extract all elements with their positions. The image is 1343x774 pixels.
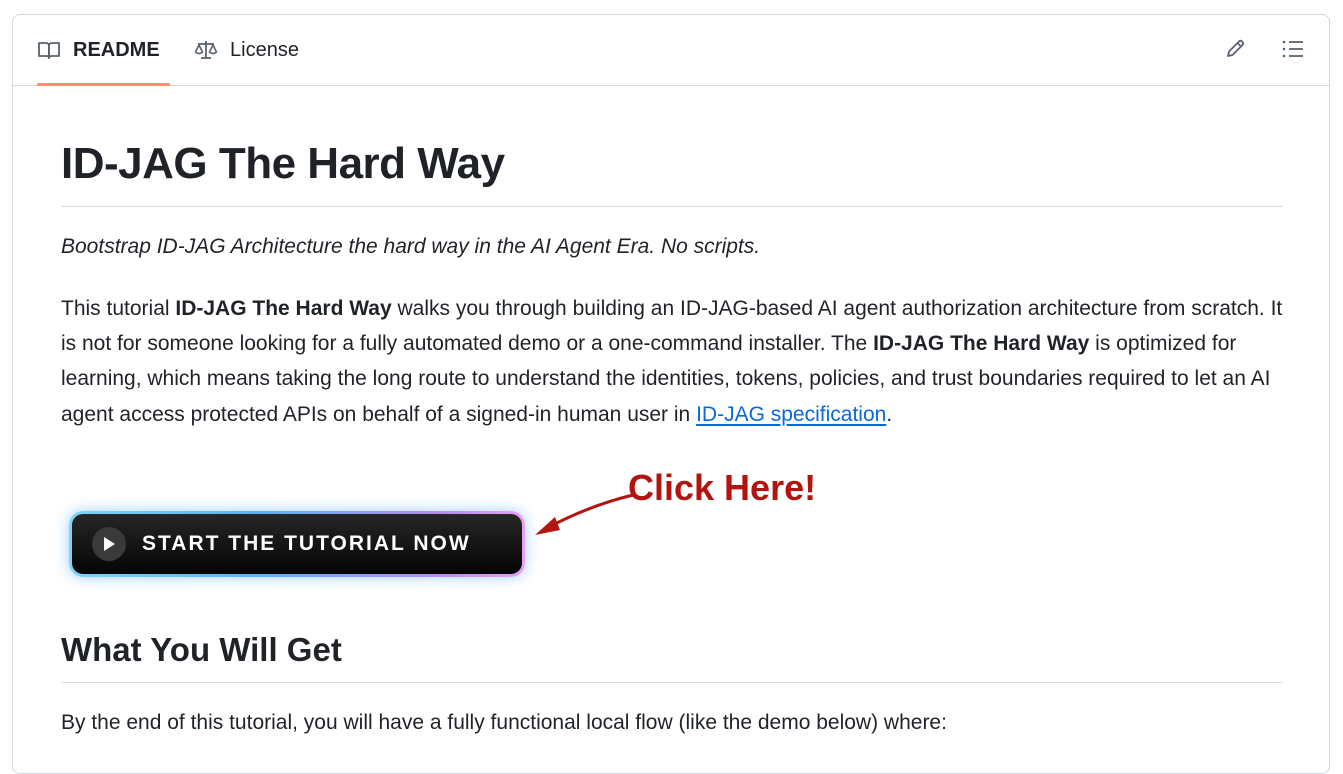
section-divider (61, 682, 1283, 683)
intro-bold-title: ID-JAG The Hard Way (873, 332, 1090, 356)
book-icon (37, 40, 61, 60)
section-paragraph: By the end of this tutorial, you will ha… (61, 711, 947, 734)
pencil-icon (1224, 38, 1246, 65)
play-icon (92, 527, 126, 561)
readme-tab-bar: README License (13, 15, 1329, 86)
tab-license[interactable]: License (194, 15, 299, 85)
scale-icon (194, 39, 218, 61)
readme-panel: README License ID-JAG The Hard Way Boots… (12, 14, 1330, 774)
intro-bold-title: ID-JAG The Hard Way (175, 297, 392, 320)
click-here-annotation: Click Here! (628, 467, 817, 508)
tagline: Bootstrap ID-JAG Architecture the hard w… (61, 235, 761, 258)
tab-readme-label: README (73, 38, 160, 61)
intro-text: . (886, 402, 893, 426)
intro-paragraph: This tutorial ID-JAG The Hard Way walks … (61, 291, 1283, 432)
outline-button[interactable] (1279, 37, 1307, 65)
section-heading: What You Will Get (61, 631, 342, 668)
list-icon (1281, 38, 1305, 65)
page-title: ID-JAG The Hard Way (61, 139, 505, 188)
start-tutorial-label: START THE TUTORIAL NOW (142, 532, 471, 555)
tab-license-label: License (230, 38, 299, 61)
title-divider (61, 206, 1283, 207)
tab-readme[interactable]: README (37, 15, 170, 86)
start-tutorial-button[interactable]: START THE TUTORIAL NOW (69, 511, 525, 577)
start-tutorial-button-body: START THE TUTORIAL NOW (72, 514, 522, 574)
spec-link[interactable]: ID-JAG specification (696, 403, 886, 426)
edit-file-button[interactable] (1221, 37, 1249, 65)
intro-text: This tutorial (61, 297, 176, 320)
annotation-arrow (535, 493, 634, 535)
